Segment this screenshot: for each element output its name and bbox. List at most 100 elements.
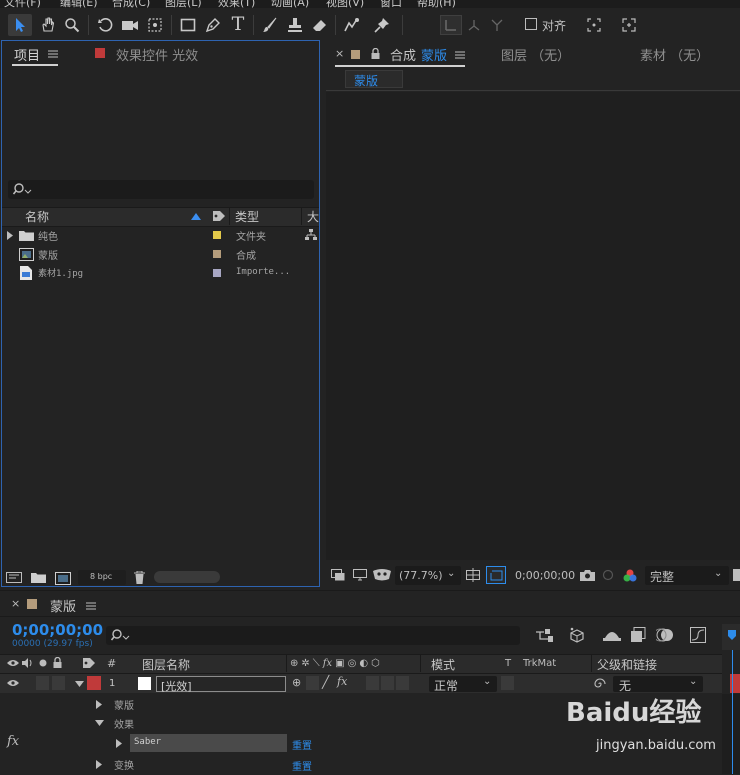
menu-effect[interactable]: 效果(T) bbox=[218, 0, 255, 8]
reset-link[interactable]: 重置 bbox=[292, 737, 312, 752]
camera-tool-icon[interactable] bbox=[119, 15, 141, 35]
menu-layer[interactable]: 图层(L) bbox=[165, 0, 202, 8]
expand-arrow-icon[interactable] bbox=[95, 699, 103, 709]
puppet-pin-tool-icon[interactable] bbox=[372, 15, 392, 35]
quality-dropdown[interactable]: 完整 ⌄ bbox=[645, 566, 729, 585]
type-tool-icon[interactable]: T bbox=[228, 13, 248, 35]
column-trkmat[interactable]: TrkMat bbox=[523, 658, 556, 669]
column-type[interactable]: 类型 bbox=[235, 208, 259, 225]
project-item-composition[interactable]: 蒙版 合成 bbox=[2, 245, 302, 263]
3d-layer-switch[interactable] bbox=[396, 676, 409, 690]
menu-composition[interactable]: 合成(C) bbox=[112, 0, 150, 8]
monitor-icon[interactable] bbox=[352, 568, 368, 582]
resolution-grid-icon[interactable] bbox=[465, 567, 481, 583]
trash-icon[interactable] bbox=[132, 570, 146, 585]
preserve-transparency-toggle[interactable] bbox=[501, 676, 514, 690]
tab-project[interactable]: 项目 bbox=[14, 45, 40, 64]
label-color-swatch[interactable] bbox=[213, 250, 221, 258]
world-axis-mode-icon[interactable] bbox=[464, 15, 484, 35]
project-item-folder[interactable]: 纯色 文件夹 bbox=[2, 226, 302, 244]
timeline-timecode[interactable]: 0;00;00;00 bbox=[12, 621, 103, 639]
region-of-interest-icon[interactable] bbox=[486, 566, 506, 584]
effect-fx-icon[interactable]: fx bbox=[7, 734, 19, 749]
collapse-switch[interactable] bbox=[306, 676, 319, 690]
label-tag-icon[interactable] bbox=[211, 209, 227, 223]
project-scrollbar[interactable] bbox=[154, 571, 220, 583]
hand-tool-icon[interactable] bbox=[38, 15, 58, 35]
lock-icon[interactable] bbox=[51, 656, 63, 669]
new-folder-icon[interactable] bbox=[30, 571, 46, 584]
frame-blend-switch[interactable] bbox=[366, 676, 379, 690]
blend-mode-dropdown[interactable]: 正常 ⌄ bbox=[429, 676, 497, 693]
tab-effect-controls[interactable]: 效果控件 光效 bbox=[116, 45, 198, 64]
composition-viewer[interactable] bbox=[326, 92, 740, 560]
brush-tool-icon[interactable] bbox=[260, 15, 280, 35]
local-axis-mode-icon[interactable] bbox=[440, 15, 462, 35]
reset-link[interactable]: 重置 bbox=[292, 758, 312, 773]
column-parent-link[interactable]: 父级和链接 bbox=[597, 656, 657, 673]
expand-arrow-icon[interactable] bbox=[95, 759, 103, 769]
column-size[interactable]: 大 bbox=[307, 208, 319, 225]
project-search-input[interactable] bbox=[8, 180, 314, 199]
pick-whip-icon[interactable] bbox=[593, 677, 607, 691]
menu-animation[interactable]: 动画(A) bbox=[271, 0, 309, 8]
collapse-switch-icon[interactable]: ✲ bbox=[301, 658, 309, 669]
frame-blending-icon[interactable] bbox=[628, 626, 648, 644]
timeline-tab-name[interactable]: 蒙版 bbox=[50, 596, 76, 615]
color-channels-icon[interactable] bbox=[621, 567, 639, 583]
graph-editor-icon[interactable] bbox=[688, 626, 708, 644]
lock-toggle[interactable] bbox=[52, 676, 65, 690]
effect-name-highlight[interactable]: Saber bbox=[130, 734, 287, 752]
bpc-button[interactable]: 8 bpc bbox=[78, 570, 126, 585]
adjustment-switch-icon[interactable]: ◐ bbox=[359, 658, 368, 669]
solo-icon[interactable] bbox=[37, 657, 49, 669]
snapshot-camera-icon[interactable] bbox=[579, 568, 595, 582]
zoom-dropdown[interactable]: (77.7%) ⌄ bbox=[395, 566, 461, 585]
close-tab-icon[interactable]: × bbox=[335, 47, 344, 60]
effect-switch-icon[interactable]: fx bbox=[323, 658, 332, 669]
expand-arrow-icon[interactable] bbox=[6, 230, 14, 240]
close-tab-icon[interactable]: × bbox=[11, 597, 20, 610]
quality-switch-icon[interactable]: ⟍ bbox=[313, 658, 320, 669]
panel-menu-icon[interactable] bbox=[47, 48, 59, 60]
eye-icon[interactable] bbox=[6, 657, 20, 669]
view-axis-mode-icon[interactable] bbox=[487, 15, 507, 35]
property-row-transform[interactable]: 变换 重置 bbox=[0, 754, 722, 773]
column-mode[interactable]: 模式 bbox=[431, 656, 455, 673]
rotation-tool-icon[interactable] bbox=[95, 15, 115, 35]
eraser-tool-icon[interactable] bbox=[310, 15, 330, 35]
menu-edit[interactable]: 编辑(E) bbox=[60, 0, 98, 8]
layer-name-field[interactable]: [光效] bbox=[156, 676, 286, 693]
motion-blur-icon[interactable] bbox=[655, 626, 675, 644]
comp-flowchart-icon[interactable] bbox=[535, 628, 555, 644]
collapse-arrow-icon[interactable] bbox=[74, 679, 84, 689]
fast-previews-icon[interactable] bbox=[732, 568, 740, 582]
snap-checkbox[interactable] bbox=[525, 18, 537, 30]
interpret-footage-icon[interactable] bbox=[5, 571, 23, 584]
collapse-arrow-icon[interactable] bbox=[94, 718, 104, 728]
label-color-swatch[interactable] bbox=[213, 269, 221, 277]
tab-layer[interactable]: 图层 （无） bbox=[501, 45, 570, 64]
roto-brush-tool-icon[interactable] bbox=[341, 15, 363, 35]
comp-viewer-tab[interactable]: 蒙版 bbox=[345, 70, 403, 88]
audio-icon[interactable] bbox=[21, 657, 35, 669]
motion-blur-switch[interactable] bbox=[381, 676, 394, 690]
show-snapshot-icon[interactable] bbox=[600, 568, 616, 582]
clone-stamp-tool-icon[interactable] bbox=[285, 15, 305, 35]
tab-footage[interactable]: 素材 （无） bbox=[640, 45, 709, 64]
eye-icon[interactable] bbox=[6, 677, 20, 689]
always-preview-icon[interactable] bbox=[330, 568, 346, 582]
current-time-indicator[interactable] bbox=[732, 650, 733, 774]
motion-blur-switch-icon[interactable]: ◎ bbox=[348, 658, 357, 669]
timeline-track-area[interactable] bbox=[722, 694, 740, 774]
solo-toggle[interactable] bbox=[36, 676, 49, 690]
timeline-search-input[interactable] bbox=[106, 626, 520, 645]
expand-arrow-icon[interactable] bbox=[115, 738, 123, 748]
shy-layers-icon[interactable] bbox=[602, 627, 622, 643]
menu-window[interactable]: 窗口 bbox=[380, 0, 402, 8]
selection-tool-icon[interactable] bbox=[8, 14, 32, 36]
draft-3d-icon[interactable] bbox=[567, 626, 587, 644]
snap-grid-icon[interactable] bbox=[620, 16, 638, 34]
menu-file[interactable]: 文件(F) bbox=[4, 0, 41, 8]
layer-label-color[interactable] bbox=[87, 676, 101, 690]
